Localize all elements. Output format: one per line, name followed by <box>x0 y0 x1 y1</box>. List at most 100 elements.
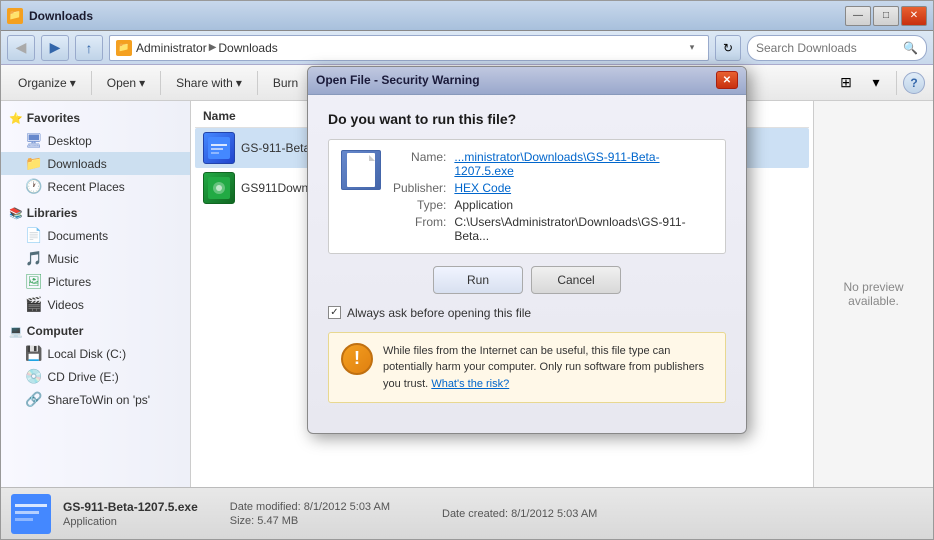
toolbar-separator-2 <box>160 71 161 95</box>
computer-header-icon: 💻 <box>9 325 23 338</box>
forward-button[interactable]: ▶ <box>41 35 69 61</box>
sidebar-section-computer: 💻 Computer 💾 Local Disk (C:) 💿 CD Drive … <box>1 320 190 411</box>
sidebar-section-favorites: ⭐ Favorites 🖥 Desktop 📁 Downloads 🕐 Rece… <box>1 107 190 198</box>
search-input[interactable] <box>756 41 899 55</box>
status-size: Size: 5.47 MB <box>230 515 390 527</box>
folder-icon: 📁 <box>7 8 23 24</box>
title-bar: 📁 Downloads — □ ✕ <box>1 1 933 31</box>
refresh-button[interactable]: ↻ <box>715 35 741 61</box>
date-created-value: 8/1/2012 5:03 AM <box>511 508 597 520</box>
sidebar-item-recent-places[interactable]: 🕐 Recent Places <box>1 175 190 198</box>
file-icon-0 <box>203 132 235 164</box>
close-button[interactable]: ✕ <box>901 6 927 26</box>
sidebar-item-videos[interactable]: 🎬 Videos <box>1 293 190 316</box>
organize-label: Organize <box>18 76 67 90</box>
dialog-file-icon-inner <box>347 153 375 187</box>
type-prop-value: Application <box>454 198 713 212</box>
dialog-close-button[interactable]: ✕ <box>716 71 738 89</box>
status-file-icon <box>11 494 51 534</box>
local-disk-icon: 💾 <box>25 345 42 362</box>
sidebar-item-sharetowin[interactable]: 🔗 ShareToWin on 'ps' <box>1 388 190 411</box>
preview-text: No preview available. <box>822 280 925 308</box>
dialog-file-icon <box>341 150 381 190</box>
open-button[interactable]: Open ▾ <box>98 69 154 97</box>
address-bar[interactable]: 📁 Administrator ▶ Downloads ▾ <box>109 35 709 61</box>
up-button[interactable]: ↑ <box>75 35 103 61</box>
warning-text: While files from the Internet can be use… <box>383 343 713 393</box>
minimize-button[interactable]: — <box>845 6 871 26</box>
dialog-buttons-top: Run Cancel <box>328 266 726 294</box>
address-dropdown[interactable]: ▾ <box>682 36 702 60</box>
window-title: Downloads <box>29 9 93 23</box>
open-arrow: ▾ <box>139 76 145 90</box>
status-date-created: Date created: 8/1/2012 5:03 AM <box>442 508 597 520</box>
sidebar-header-computer[interactable]: 💻 Computer <box>1 320 190 342</box>
documents-icon: 📄 <box>25 227 42 244</box>
burn-label: Burn <box>273 76 298 90</box>
date-created-label: Date created: <box>442 508 508 520</box>
sidebar-videos-label: Videos <box>47 298 83 312</box>
sharetowin-icon: 🔗 <box>25 391 42 408</box>
burn-button[interactable]: Burn <box>264 69 307 97</box>
search-bar[interactable]: 🔍 <box>747 35 927 61</box>
organize-button[interactable]: Organize ▾ <box>9 69 85 97</box>
whats-the-risk-link[interactable]: What's the risk? <box>431 378 509 390</box>
favorites-header-icon: ⭐ <box>9 112 23 125</box>
cancel-button[interactable]: Cancel <box>531 266 621 294</box>
view-dropdown-button[interactable]: ▾ <box>862 69 890 97</box>
publisher-prop-value[interactable]: HEX Code <box>454 181 713 195</box>
sidebar-libraries-label: Libraries <box>27 206 78 220</box>
view-toggle-button[interactable]: ⊞ <box>832 69 860 97</box>
from-prop-value: C:\Users\Administrator\Downloads\GS-911-… <box>454 215 713 243</box>
address-icon: 📁 <box>116 40 132 56</box>
address-part-1: Administrator <box>136 41 207 55</box>
sidebar-item-music[interactable]: 🎵 Music <box>1 247 190 270</box>
sidebar-item-documents[interactable]: 📄 Documents <box>1 224 190 247</box>
nav-bar: ◀ ▶ ↑ 📁 Administrator ▶ Downloads ▾ ↻ 🔍 <box>1 31 933 65</box>
recent-places-icon: 🕐 <box>25 178 42 195</box>
dialog-title: Open File - Security Warning <box>316 73 480 87</box>
sidebar-documents-label: Documents <box>47 229 108 243</box>
date-modified-value: 8/1/2012 5:03 AM <box>304 501 390 513</box>
sidebar-desktop-label: Desktop <box>48 134 92 148</box>
status-date-modified: Date modified: 8/1/2012 5:03 AM <box>230 501 390 513</box>
sidebar-downloads-label: Downloads <box>47 157 106 171</box>
always-ask-label: Always ask before opening this file <box>347 306 531 320</box>
name-column-header: Name <box>203 109 236 123</box>
sidebar-section-libraries: 📚 Libraries 📄 Documents 🎵 Music 🖼 Pictur… <box>1 202 190 316</box>
maximize-button[interactable]: □ <box>873 6 899 26</box>
exe-icon-0 <box>203 132 235 164</box>
sidebar-header-libraries[interactable]: 📚 Libraries <box>1 202 190 224</box>
dialog-props: Name: ...ministrator\Downloads\GS-911-Be… <box>393 150 713 243</box>
security-warning-dialog: Open File - Security Warning ✕ Do you wa… <box>307 66 747 435</box>
desktop-icon: 🖥 <box>25 132 43 149</box>
exe-icon-1 <box>203 172 235 204</box>
dialog-body: Do you want to run this file? Name: ...m… <box>308 95 746 434</box>
address-path: Administrator ▶ Downloads <box>136 41 278 55</box>
sidebar-item-downloads[interactable]: 📁 Downloads <box>1 152 190 175</box>
preview-pane: No preview available. <box>813 101 933 487</box>
sidebar-item-cd-drive[interactable]: 💿 CD Drive (E:) <box>1 365 190 388</box>
name-prop-value[interactable]: ...ministrator\Downloads\GS-911-Beta-120… <box>454 150 713 178</box>
share-button[interactable]: Share with ▾ <box>167 69 251 97</box>
sidebar-item-desktop[interactable]: 🖥 Desktop <box>1 129 190 152</box>
toolbar-separator-5 <box>896 71 897 95</box>
sidebar-item-pictures[interactable]: 🖼 Pictures <box>1 270 190 293</box>
sidebar-item-local-disk[interactable]: 💾 Local Disk (C:) <box>1 342 190 365</box>
title-bar-controls: — □ ✕ <box>845 6 927 26</box>
from-prop-label: From: <box>393 215 446 243</box>
publisher-prop-label: Publisher: <box>393 181 446 195</box>
always-ask-checkbox[interactable]: ✓ <box>328 306 341 319</box>
cd-drive-icon: 💿 <box>25 368 42 385</box>
share-label: Share with <box>176 76 233 90</box>
back-button[interactable]: ◀ <box>7 35 35 61</box>
status-details: Date modified: 8/1/2012 5:03 AM Size: 5.… <box>230 501 390 527</box>
search-icon: 🔍 <box>903 41 918 55</box>
run-button[interactable]: Run <box>433 266 523 294</box>
help-button[interactable]: ? <box>903 72 925 94</box>
status-filename: GS-911-Beta-1207.5.exe <box>63 500 198 514</box>
downloads-folder-icon: 📁 <box>25 155 42 172</box>
sidebar-header-favorites[interactable]: ⭐ Favorites <box>1 107 190 129</box>
size-label: Size: <box>230 515 254 527</box>
open-label: Open <box>107 76 136 90</box>
